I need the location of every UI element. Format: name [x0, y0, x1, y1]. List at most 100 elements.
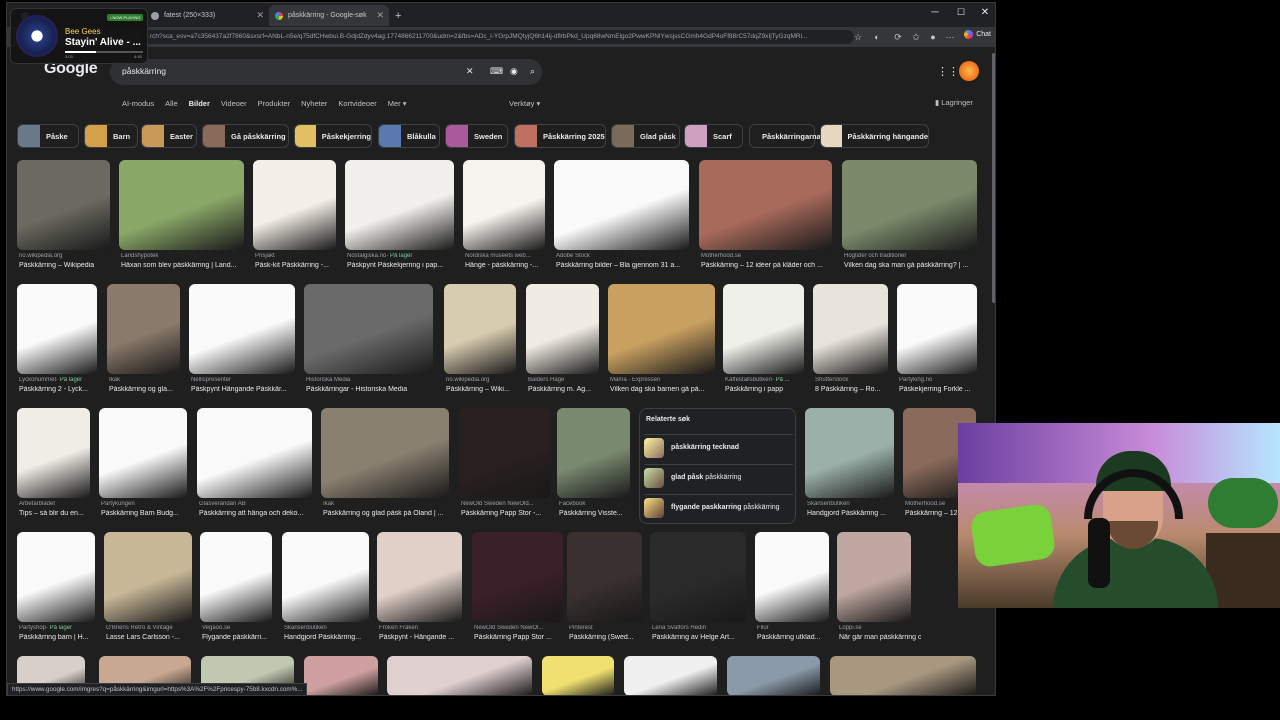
result-source[interactable]: Balders Hage: [528, 377, 601, 383]
result-source[interactable]: no.wikipedia.org: [446, 377, 518, 383]
result-thumbnail[interactable]: [459, 408, 551, 498]
close-window-button[interactable]: ✕: [975, 7, 995, 18]
result-title[interactable]: Flygande påskkärri...: [202, 634, 282, 641]
result-title[interactable]: Lasse Lars Carlsson -...: [106, 634, 202, 641]
image-result[interactable]: Kaffestallsbutiken· På ... Påskkärring i …: [723, 284, 804, 404]
result-thumbnail[interactable]: [104, 532, 192, 622]
image-result[interactable]: Vegaoo.se Flygande påskkärri...: [200, 532, 272, 652]
image-result[interactable]: Skansenbutiken Handgjord Påskkärring...: [282, 532, 369, 652]
result-source[interactable]: Mama - Expressen: [610, 377, 717, 383]
result-source[interactable]: Pinterest: [569, 625, 644, 631]
result-source[interactable]: Facebook: [559, 501, 632, 507]
tab-3-active[interactable]: påskkärring - Google-søk ✕: [269, 5, 389, 26]
image-result[interactable]: Ikak Påskkärring og gla...: [107, 284, 180, 404]
result-thumbnail[interactable]: [699, 160, 832, 250]
result-thumbnail[interactable]: [542, 656, 614, 695]
result-title[interactable]: Häxan som blev påskkärring | Land...: [121, 262, 254, 269]
chip-11[interactable]: Påskkärring hängande: [820, 124, 929, 148]
result-thumbnail[interactable]: [17, 160, 110, 250]
result-source[interactable]: NewOld Sweden NewOl...: [474, 625, 565, 631]
result-source[interactable]: Lyckonummet· På lager: [19, 377, 99, 383]
result-thumbnail[interactable]: [650, 532, 746, 622]
result-thumbnail[interactable]: [17, 408, 90, 498]
scrollbar-thumb[interactable]: [992, 53, 995, 303]
close-tab-icon[interactable]: ✕: [376, 10, 384, 21]
chip-0[interactable]: Påske: [17, 124, 79, 148]
image-result[interactable]: Prisjakt Påsk-kit Påskkärring -...: [253, 160, 336, 280]
chip-7[interactable]: Påskkärring 2025: [514, 124, 606, 148]
image-result[interactable]: [387, 656, 532, 695]
result-source[interactable]: Glasverandan AB: [199, 501, 314, 507]
result-source[interactable]: no.wikipedia.org: [19, 253, 112, 259]
tab-produkter[interactable]: Produkter: [258, 99, 291, 108]
image-result[interactable]: Motherhood.se Påskkärring – 12 idéer på k…: [699, 160, 832, 280]
result-thumbnail[interactable]: [830, 656, 976, 695]
result-source[interactable]: Motherhood.se: [701, 253, 834, 259]
result-title[interactable]: Påskkärringar - Historiska Media: [306, 386, 443, 393]
result-title[interactable]: Påskkärring og glad påsk på Öland | ...: [323, 510, 459, 517]
image-result[interactable]: Lyckonummet· På lager Påskkärring 2 - Lyc…: [17, 284, 97, 404]
result-thumbnail[interactable]: [345, 160, 454, 250]
image-result[interactable]: no.wikipedia.org Påskkärring – Wikipedia: [17, 160, 110, 280]
result-thumbnail[interactable]: [608, 284, 715, 374]
chip-3[interactable]: Gå påskkärring: [202, 124, 289, 148]
result-thumbnail[interactable]: [321, 408, 449, 498]
favorites-icon[interactable]: ✩: [910, 31, 922, 43]
result-title[interactable]: Påskpynt Påskekjerring i pap...: [347, 262, 464, 269]
result-title[interactable]: Påskkärring Visste...: [559, 510, 640, 517]
result-title[interactable]: Påskkärring Papp Stor -...: [461, 510, 561, 517]
result-source[interactable]: Partyshop· På lager: [19, 625, 97, 631]
url-field[interactable]: rch?sca_esv=a7c356437a2f7860&sxsrf=ANbL-…: [142, 30, 854, 44]
tab-bilder[interactable]: Bilder: [189, 99, 210, 108]
result-title[interactable]: Påskekjerring Forkle ...: [899, 386, 987, 393]
result-title[interactable]: Vilken dag ska barnen gå på...: [610, 386, 725, 393]
image-result[interactable]: Partyking.no Påskekjerring Forkle ...: [897, 284, 977, 404]
image-result[interactable]: Skansenbutiken Handgjord Påskkärring ...: [805, 408, 894, 528]
result-thumbnail[interactable]: [837, 532, 911, 622]
clear-icon[interactable]: ✕: [466, 66, 474, 77]
image-result[interactable]: Partyshop· På lager Påskkärring barn | H.…: [17, 532, 95, 652]
result-source[interactable]: Adobe Stock: [556, 253, 691, 259]
result-title[interactable]: Handgjord Påskkärring...: [284, 634, 379, 641]
result-thumbnail[interactable]: [567, 532, 642, 622]
result-thumbnail[interactable]: [727, 656, 820, 695]
image-result[interactable]: Loppi.se När går man påskkärring och när …: [837, 532, 921, 652]
result-thumbnail[interactable]: [377, 532, 462, 622]
image-result[interactable]: Arbetarbladet Tips – så blir du en...: [17, 408, 90, 528]
image-result[interactable]: no.wikipedia.org Påskkärring – Wiki...: [444, 284, 516, 404]
result-thumbnail[interactable]: [813, 284, 888, 374]
result-title[interactable]: Påskpynt - Hängande ...: [379, 634, 472, 641]
copilot-chat-button[interactable]: Chat: [964, 30, 991, 39]
result-source[interactable]: Partykungen: [101, 501, 189, 507]
image-result[interactable]: Nellispresenter Påskpynt Hängande Påskkär…: [189, 284, 295, 404]
new-tab-button[interactable]: +: [391, 5, 407, 26]
image-result[interactable]: Balders Hage Påskkärring m. Äg...: [526, 284, 599, 404]
result-title[interactable]: När går man påskkärring och när får m...: [839, 634, 921, 641]
result-thumbnail[interactable]: [723, 284, 804, 374]
chip-2[interactable]: Easter: [141, 124, 197, 148]
image-result[interactable]: Glasverandan AB Påskkärring att hänga och…: [197, 408, 312, 528]
result-thumbnail[interactable]: [624, 656, 717, 695]
tab-2[interactable]: fatest (250×333) ✕: [145, 5, 269, 26]
result-title[interactable]: Påskkärring Papp Stor ...: [474, 634, 573, 641]
image-result[interactable]: Pinterest Påskkärring (Swed...: [567, 532, 642, 652]
result-source[interactable]: Ikak: [109, 377, 182, 383]
saves-button[interactable]: ▮ Lagringer: [935, 98, 973, 107]
image-result[interactable]: Historiska Media Påskkärringar - Historis…: [304, 284, 433, 404]
result-thumbnail[interactable]: [189, 284, 295, 374]
result-title[interactable]: Påskkärring – Wikipedia: [19, 262, 120, 269]
chip-4[interactable]: Påskekjerring: [294, 124, 372, 148]
result-title[interactable]: Påskkärring utklad...: [757, 634, 839, 641]
image-result[interactable]: Nordiska museets web... Hänge - påskkärri…: [463, 160, 545, 280]
result-thumbnail[interactable]: [444, 284, 516, 374]
result-source[interactable]: Nellispresenter: [191, 377, 297, 383]
sync-icon[interactable]: ⟳: [892, 31, 904, 43]
image-result[interactable]: O'Briens Retro & Vintage Lasse Lars Carls…: [104, 532, 192, 652]
image-result[interactable]: [542, 656, 614, 695]
chip-10[interactable]: Påskkärringarna: [749, 124, 821, 148]
image-result[interactable]: [304, 656, 378, 695]
chip-5[interactable]: Blåkulla: [378, 124, 440, 148]
profile-icon[interactable]: ●: [927, 31, 939, 43]
result-thumbnail[interactable]: [472, 532, 563, 622]
result-title[interactable]: Påskkärring – Wiki...: [446, 386, 526, 393]
